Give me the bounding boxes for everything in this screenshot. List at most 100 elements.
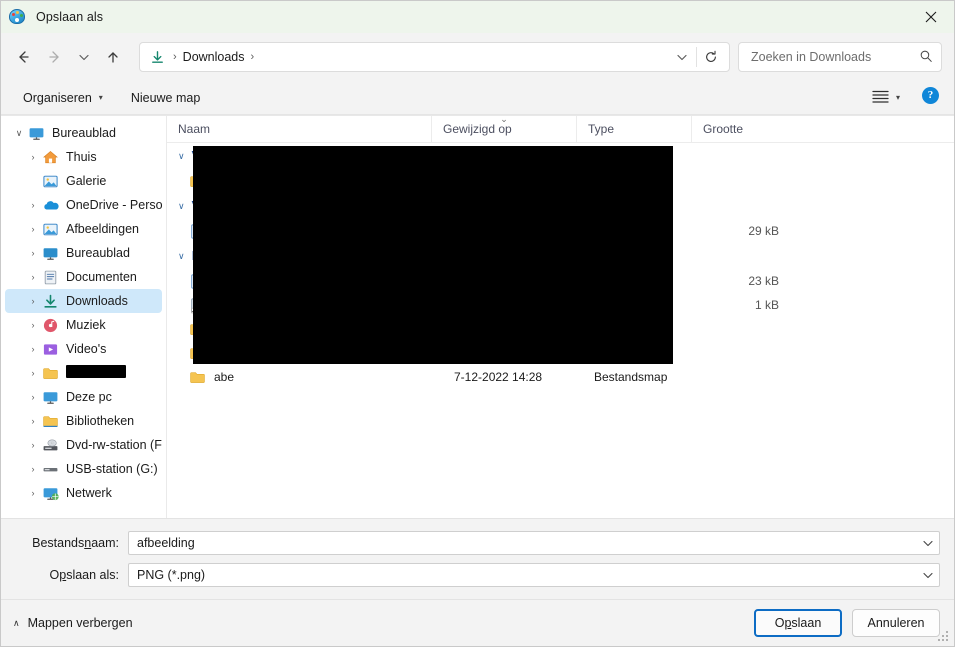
sidebar-item-usb-station-g[interactable]: › USB-station (G:) xyxy=(5,457,162,481)
address-bar[interactable]: › Downloads › xyxy=(139,42,730,72)
dialog-footer: ∧ Mappen verbergen Op slaan Annuleren xyxy=(1,599,954,646)
search-box[interactable] xyxy=(738,42,942,72)
expand-chevron-icon[interactable]: › xyxy=(25,488,41,498)
recent-locations-chevron-down-icon[interactable] xyxy=(71,41,97,73)
new-folder-button[interactable]: Nieuwe map xyxy=(123,87,208,109)
cancel-button[interactable]: Annuleren xyxy=(852,609,940,637)
home-icon xyxy=(41,148,59,166)
expand-chevron-icon[interactable]: › xyxy=(25,320,41,330)
view-options-button[interactable]: ▾ xyxy=(866,85,906,110)
search-icon xyxy=(919,49,933,66)
column-header-gewijzigd-op[interactable]: Gewijzigd op ⌄ xyxy=(431,116,576,143)
savetype-select[interactable]: PNG (*.png) xyxy=(128,562,940,587)
expand-chevron-icon[interactable]: › xyxy=(25,368,41,378)
dialog-body: ∨ Bureaublad › Thuis Galerie › OneDrive - Pers… xyxy=(1,115,954,518)
resize-grip[interactable] xyxy=(938,631,950,643)
dvd-drive-icon xyxy=(41,436,59,454)
sidebar-item-muziek[interactable]: › Muziek xyxy=(5,313,162,337)
sidebar-item-redacted[interactable]: › xyxy=(5,361,162,385)
sidebar-item-documenten[interactable]: › Documenten xyxy=(5,265,162,289)
sidebar-item-onedrive-persona[interactable]: › OneDrive - Persona xyxy=(5,193,163,217)
refresh-icon[interactable] xyxy=(697,43,725,71)
column-header-type[interactable]: Type xyxy=(576,116,691,143)
expand-chevron-icon[interactable]: › xyxy=(25,440,41,450)
column-header-naam[interactable]: Naam xyxy=(167,116,431,143)
expand-chevron-icon[interactable]: › xyxy=(25,224,41,234)
hide-folders-button[interactable]: ∧ Mappen verbergen xyxy=(13,616,133,630)
this-pc-icon xyxy=(41,388,59,406)
help-icon: ? xyxy=(922,86,939,104)
sidebar-item-downloads[interactable]: › Downloads xyxy=(5,289,162,313)
back-icon[interactable] xyxy=(7,41,39,73)
sidebar-item-deze-pc[interactable]: › Deze pc xyxy=(5,385,162,409)
sidebar-item-label: Afbeeldingen xyxy=(66,222,139,236)
sidebar-item-bureaublad[interactable]: › Bureaublad xyxy=(5,241,162,265)
expand-chevron-icon[interactable]: › xyxy=(25,248,41,258)
sidebar-item-label: Downloads xyxy=(66,294,128,308)
filename-chevron-down-icon[interactable] xyxy=(917,532,939,554)
sidebar-item-thuis[interactable]: › Thuis xyxy=(5,145,162,169)
sidebar-item-label: Documenten xyxy=(66,270,137,284)
window-title: Opslaan als xyxy=(36,10,104,24)
group-collapse-icon[interactable]: ∨ xyxy=(178,151,185,162)
breadcrumb-separator-1: › xyxy=(173,51,177,63)
sidebar-item-netwerk[interactable]: › Netwerk xyxy=(5,481,162,505)
sidebar-item-afbeeldingen[interactable]: › Afbeeldingen xyxy=(5,217,162,241)
sidebar-item-bureaublad[interactable]: ∨ Bureaublad xyxy=(5,121,162,145)
group-collapse-icon[interactable]: ∨ xyxy=(178,201,185,212)
filename-value[interactable]: afbeelding xyxy=(137,536,917,550)
sidebar-item-label xyxy=(66,365,126,381)
address-chevron-down-icon[interactable] xyxy=(668,43,696,71)
videos-icon xyxy=(41,340,59,358)
savetype-label: Opslaan als: xyxy=(49,567,120,582)
sidebar-item-galerie[interactable]: Galerie xyxy=(5,169,162,193)
onedrive-icon xyxy=(41,196,59,214)
expand-chevron-icon[interactable]: ∨ xyxy=(11,128,27,139)
file-type: Bestandsmap xyxy=(594,370,668,384)
savetype-row: Opslaan als: PNG (*.png) xyxy=(15,562,940,587)
column-header-label: Grootte xyxy=(703,122,744,136)
file-list-pane[interactable]: NaamGewijzigd op⌄TypeGrootte ∨Vandaag10-… xyxy=(167,116,954,518)
help-button[interactable]: ? xyxy=(922,86,944,109)
file-size: 23 kB xyxy=(748,274,779,288)
filename-row: Bestandsnaam: afbeelding xyxy=(15,530,940,555)
expand-chevron-icon[interactable]: › xyxy=(25,296,41,306)
table-row[interactable]: abe 7-12-2022 14:28 Bestandsmap xyxy=(167,365,954,389)
search-input[interactable] xyxy=(749,49,919,65)
sidebar-item-bibliotheken[interactable]: › Bibliotheken xyxy=(5,409,162,433)
expand-chevron-icon[interactable]: › xyxy=(25,200,41,210)
file-size: 29 kB xyxy=(748,224,779,238)
expand-chevron-icon[interactable]: › xyxy=(25,464,41,474)
navigation-sidebar[interactable]: ∨ Bureaublad › Thuis Galerie › OneDrive - Pers… xyxy=(1,116,167,518)
filename-field[interactable]: afbeelding xyxy=(128,530,940,555)
sidebar-item-dvd-rw-station-f[interactable]: › Dvd-rw-station (F:) xyxy=(5,433,163,457)
hide-folders-label: Mappen verbergen xyxy=(27,616,133,630)
expand-chevron-icon[interactable]: › xyxy=(25,392,41,402)
forward-icon[interactable] xyxy=(39,41,71,73)
paint-palette-icon xyxy=(9,8,26,26)
savetype-chevron-down-icon[interactable] xyxy=(917,564,939,586)
breadcrumb-downloads[interactable]: Downloads xyxy=(183,50,245,64)
column-header-grootte[interactable]: Grootte xyxy=(691,116,776,143)
sidebar-item-label: Bureaublad xyxy=(66,246,130,260)
expand-chevron-icon[interactable]: › xyxy=(25,344,41,354)
breadcrumb-separator-2[interactable]: › xyxy=(245,51,261,63)
sidebar-item-video-s[interactable]: › Video's xyxy=(5,337,162,361)
expand-chevron-icon[interactable]: › xyxy=(25,416,41,426)
close-icon[interactable] xyxy=(908,1,954,33)
organize-label: Organiseren xyxy=(23,90,92,105)
group-collapse-icon[interactable]: ∨ xyxy=(178,251,185,262)
desktop-icon xyxy=(27,124,45,142)
expand-chevron-icon[interactable]: › xyxy=(25,272,41,282)
savetype-value[interactable]: PNG (*.png) xyxy=(137,568,917,582)
documents-icon xyxy=(41,268,59,286)
form-area: Bestandsnaam: afbeelding Opslaan als: PN… xyxy=(1,518,954,599)
save-button[interactable]: Op slaan xyxy=(754,609,842,637)
organize-button[interactable]: Organiseren ▾ xyxy=(15,87,111,109)
folder-icon xyxy=(189,369,206,386)
expand-chevron-icon[interactable]: › xyxy=(25,152,41,162)
pictures-icon xyxy=(41,220,59,238)
libraries-icon xyxy=(41,412,59,430)
file-size: 1 kB xyxy=(754,298,779,312)
up-icon[interactable] xyxy=(97,41,129,73)
